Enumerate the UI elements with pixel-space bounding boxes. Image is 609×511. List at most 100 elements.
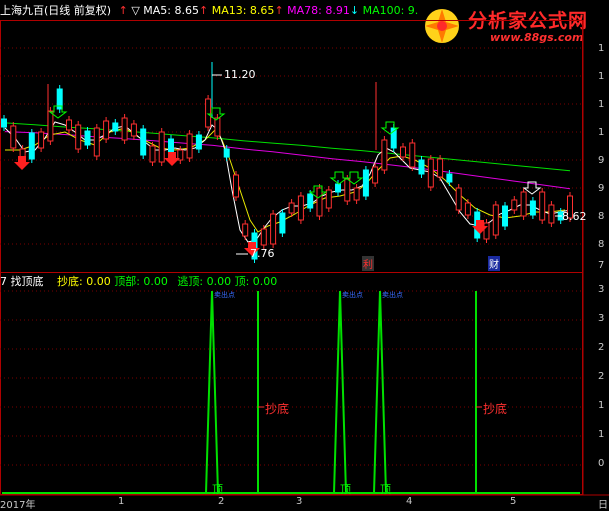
- low-price-label: 7.76: [250, 247, 275, 260]
- candle-body: [158, 131, 165, 163]
- last-price-label: 8.62: [562, 210, 587, 223]
- ma100-line: [4, 122, 571, 172]
- candle-body: [297, 195, 304, 221]
- chaodi-annotation: 抄底: [483, 402, 508, 416]
- indicator-panel-border: [0, 272, 583, 495]
- candle-body: [186, 133, 193, 159]
- date-label: 1: [118, 496, 125, 507]
- candle-body: [288, 202, 295, 214]
- candle-body: [242, 223, 249, 237]
- ding-annotation: 顶: [380, 483, 391, 496]
- axis-tick: 0: [598, 458, 605, 469]
- candle-body: [372, 166, 379, 184]
- date-label: 3: [296, 496, 303, 507]
- axis-tick: 3: [598, 284, 605, 295]
- ding-annotation: 顶: [340, 483, 351, 496]
- candle-body: [344, 178, 351, 202]
- candle-body: [446, 173, 453, 183]
- candle-body: [427, 158, 434, 188]
- candle-body: [511, 199, 518, 211]
- indicator-grid: [0, 290, 583, 466]
- ding-annotation: 顶: [212, 483, 223, 496]
- date-label: 2017年: [0, 500, 36, 511]
- axis-tick: 1: [598, 400, 605, 411]
- candle-body: [270, 213, 277, 245]
- candle-body: [10, 125, 17, 149]
- indicator-spikes: [205, 290, 477, 494]
- axis-tick: 1: [598, 127, 605, 138]
- axis-tick: 3: [598, 313, 605, 324]
- axis-tick: 7: [598, 260, 605, 271]
- ding-value: 顶: 0.00: [234, 275, 278, 288]
- axis-tick: 8: [598, 211, 605, 222]
- chaodi-annotation: 抄底: [265, 402, 290, 416]
- candle-body: [492, 204, 499, 236]
- taoding-value: 逃顶: 0.00: [177, 275, 232, 288]
- indicator-name: 找顶底: [10, 275, 44, 288]
- candle-body: [93, 127, 100, 157]
- candle-body: [400, 146, 406, 158]
- axis-tick: 2: [598, 342, 605, 353]
- date-label: 2: [218, 496, 225, 507]
- axis-tick: 8: [598, 239, 605, 250]
- candle-body: [502, 205, 508, 227]
- chaodi-value: 抄底: 0.00: [57, 275, 111, 288]
- axis-tick: 9: [598, 183, 605, 194]
- axis-tick: 1: [598, 99, 605, 110]
- candle-body: [1, 118, 7, 128]
- candle-body: [548, 204, 555, 224]
- candle-body: [335, 183, 341, 193]
- axis-tick: 1: [598, 71, 605, 82]
- spike-note: 卖出点: [214, 291, 235, 299]
- candle-body: [437, 158, 444, 178]
- axis-tick: 1: [598, 429, 605, 440]
- candle-body: [539, 191, 546, 221]
- candle-body: [381, 139, 388, 171]
- event-marker[interactable]: 财: [488, 256, 500, 271]
- date-label: 日: [598, 500, 608, 511]
- candle-body: [483, 222, 490, 240]
- candle-body: [75, 124, 82, 150]
- event-marker[interactable]: 利: [362, 256, 374, 271]
- indicator-prefix: 7: [0, 275, 7, 288]
- spike-note: 卖出点: [382, 291, 403, 299]
- candle-body: [140, 128, 147, 156]
- candle-body: [409, 142, 416, 168]
- spike-line: [205, 290, 219, 494]
- candle-body: [362, 169, 369, 197]
- candle-body: [279, 212, 286, 234]
- candle-body: [103, 120, 110, 140]
- candle-body: [195, 134, 202, 150]
- axis-tick: 2: [598, 371, 605, 382]
- candle-body: [112, 122, 119, 132]
- candle-body: [520, 191, 527, 217]
- candle-body: [353, 187, 360, 201]
- candle-body: [205, 98, 212, 128]
- date-label: 5: [510, 496, 517, 507]
- date-label: 4: [406, 496, 413, 507]
- candle-body: [325, 189, 332, 209]
- dingbu-value: 顶部: 0.00: [114, 275, 168, 288]
- candle-body: [28, 132, 35, 160]
- indicator-header: 7 找顶底 抄底: 0.00 顶部: 0.00 逃顶: 0.00 顶: 0.00: [0, 274, 277, 290]
- candle-body: [149, 145, 156, 163]
- candle-body: [214, 117, 221, 137]
- candle-body: [464, 202, 471, 216]
- axis-tick: 1: [598, 43, 605, 54]
- candle-body: [130, 123, 137, 137]
- candle-body: [455, 187, 462, 211]
- candle-body: [38, 131, 45, 149]
- candle-body: [84, 130, 91, 146]
- candle-body: [529, 200, 536, 216]
- buy-arrow-icon: [14, 156, 30, 170]
- candle-body: [66, 119, 72, 131]
- candle-body: [223, 148, 230, 158]
- candle-body: [47, 110, 54, 142]
- candle-body: [418, 159, 425, 175]
- spike-note: 卖出点: [342, 291, 363, 299]
- chart-canvas: [0, 20, 609, 496]
- candle-body: [121, 117, 128, 141]
- candle-body: [307, 193, 314, 209]
- candle-body: [316, 187, 323, 217]
- candle-body: [260, 228, 267, 246]
